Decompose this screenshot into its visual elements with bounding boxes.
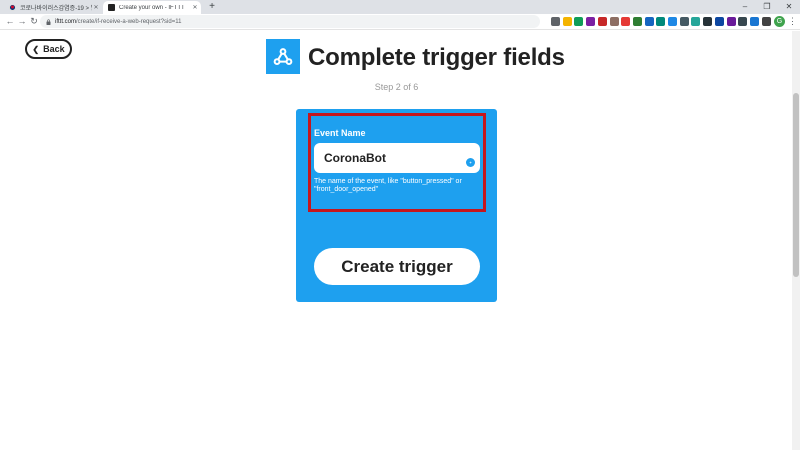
extension-icon[interactable] (632, 17, 642, 26)
browser-tab-covid[interactable]: 코로나바이러스감염증-19 > 발생동향 ✕ (4, 1, 102, 14)
browser-tab-ifttt[interactable]: Create your own - IFTTT ✕ (103, 1, 201, 14)
reload-icon[interactable]: ↻ (28, 15, 40, 28)
extension-icon[interactable] (562, 17, 572, 26)
close-icon[interactable]: ✕ (92, 4, 100, 11)
extension-icon[interactable] (621, 17, 631, 26)
step-indicator: Step 2 of 6 (374, 82, 419, 92)
maximize-button[interactable]: ❐ (756, 0, 778, 14)
back-button-label: Back (43, 44, 65, 54)
lock-icon (46, 18, 51, 25)
korea-flag-icon (9, 4, 16, 11)
address-bar[interactable]: ifttt.com/create/if-receive-a-web-reques… (40, 15, 540, 28)
webhooks-glyph (273, 47, 293, 65)
extension-icon[interactable] (586, 17, 596, 26)
extension-icon[interactable] (691, 17, 701, 26)
extension-icon[interactable] (714, 17, 724, 26)
extension-icon[interactable] (761, 17, 771, 26)
tab-label: 코로나바이러스감염증-19 > 발생동향 (20, 6, 92, 12)
new-tab-button[interactable]: + (206, 1, 218, 13)
browser-tab-bar: 코로나바이러스감염증-19 > 발생동향 ✕ Create your own -… (0, 0, 800, 14)
forward-arrow-icon[interactable]: → (16, 15, 28, 28)
url-path: /create/if-receive-a-web-request?sid=11 (76, 18, 182, 25)
window-close-button[interactable]: ✕ (778, 0, 800, 14)
back-button[interactable]: ❮ Back (25, 39, 72, 59)
browser-menu-icon[interactable]: ⋮ (788, 15, 797, 28)
chevron-left-icon: ❮ (32, 44, 40, 54)
minimize-button[interactable]: – (734, 0, 756, 14)
extension-icon[interactable] (668, 17, 677, 26)
extension-icon[interactable] (726, 17, 736, 26)
extension-icon[interactable] (597, 17, 607, 26)
event-name-label: Event Name (314, 128, 366, 138)
extension-icon[interactable] (551, 17, 560, 26)
profile-avatar[interactable]: G (774, 16, 785, 27)
page-scrollbar[interactable] (792, 31, 800, 450)
extension-icon[interactable] (656, 17, 666, 26)
extension-icon[interactable] (609, 17, 619, 26)
extension-icon[interactable] (749, 17, 759, 26)
url-host: ifttt.com (55, 18, 77, 25)
scrollbar-thumb[interactable] (793, 93, 799, 277)
page-title: Complete trigger fields (308, 44, 565, 71)
ifttt-logo-icon (108, 4, 115, 11)
extension-icon[interactable] (644, 17, 654, 26)
event-name-help: The name of the event, like "button_pres… (314, 178, 462, 193)
create-trigger-button[interactable]: Create trigger (314, 248, 480, 285)
tab-label: Create your own - IFTTT (119, 4, 185, 11)
extension-icon[interactable] (679, 17, 689, 26)
extension-icon[interactable] (703, 17, 713, 26)
close-icon[interactable]: ✕ (191, 4, 199, 11)
extension-icon[interactable] (574, 17, 584, 26)
event-name-input[interactable] (314, 143, 480, 173)
extension-icon[interactable] (738, 17, 748, 26)
back-arrow-icon[interactable]: ← (4, 15, 16, 28)
browser-toolbar: ← → ↻ ifttt.com/create/if-receive-a-web-… (0, 14, 800, 30)
add-ingredient-icon[interactable]: + (466, 158, 475, 167)
webhooks-icon (266, 39, 300, 74)
